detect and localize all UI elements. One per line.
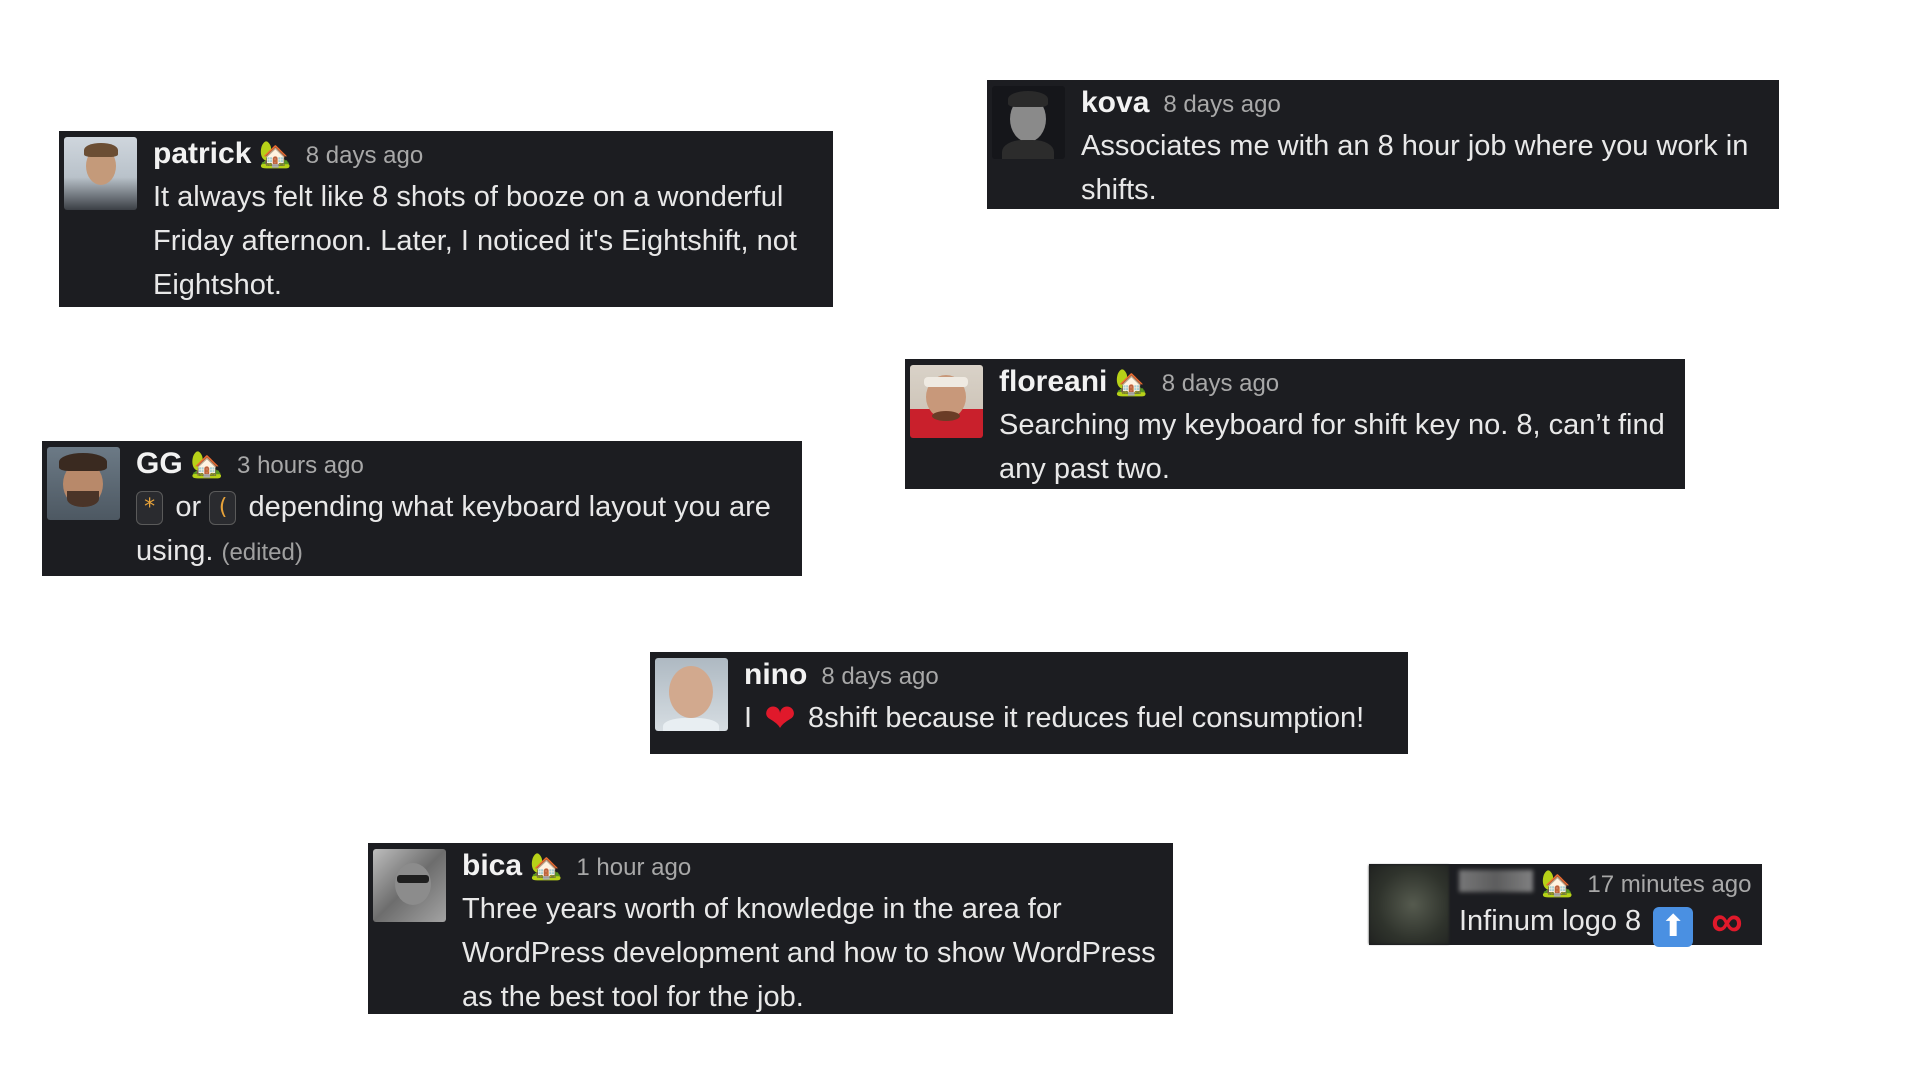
message-text: Searching my keyboard for shift key no. … [999, 409, 1665, 485]
message-text: Three years worth of knowledge in the ar… [462, 893, 1156, 1013]
message-card-kova: kova 8 days ago Associates me with an 8 … [987, 80, 1779, 209]
timestamp[interactable]: 8 days ago [821, 658, 938, 696]
username[interactable]: kova [1081, 84, 1149, 122]
house-icon: 🏡 [190, 449, 224, 479]
parenthesis-key-icon: ( [209, 491, 237, 525]
message-text: * or ( depending what keyboard layout yo… [136, 485, 792, 575]
infinity-icon: ∞ [1711, 897, 1743, 946]
message-text: Infinum logo 8 ⬆ ∞ [1459, 897, 1752, 947]
red-heart-icon: ❤ [764, 698, 796, 740]
timestamp[interactable]: 8 days ago [1162, 365, 1279, 403]
avatar[interactable] [373, 849, 446, 922]
username[interactable]: nino [744, 656, 807, 694]
message-body: 8shift because it reduces fuel consumpti… [808, 702, 1365, 734]
message-text: I ❤ 8shift because it reduces fuel consu… [744, 696, 1398, 741]
timestamp[interactable]: 1 hour ago [576, 849, 691, 887]
avatar[interactable] [47, 447, 120, 520]
blurred-username[interactable] [1459, 870, 1533, 892]
avatar[interactable] [910, 365, 983, 438]
or-word: or [175, 491, 202, 523]
asterisk-key-icon: * [136, 491, 164, 525]
edited-label: (edited) [221, 539, 303, 566]
house-icon: 🏡 [530, 851, 563, 881]
message-card-nino: nino 8 days ago I ❤ 8shift because it re… [650, 652, 1408, 754]
username[interactable]: patrick [153, 135, 251, 173]
house-icon: 🏡 [1541, 868, 1574, 898]
timestamp[interactable]: 8 days ago [306, 137, 423, 175]
message-body: Infinum logo 8 [1459, 905, 1642, 937]
message-card-bica: bica 🏡 1 hour ago Three years worth of k… [368, 843, 1173, 1014]
house-icon: 🏡 [1115, 367, 1148, 397]
message-prefix: I [744, 702, 753, 734]
up-arrow-icon: ⬆ [1653, 907, 1694, 947]
avatar[interactable] [655, 658, 728, 731]
message-text: Associates me with an 8 hour job where y… [1081, 130, 1749, 206]
username[interactable]: floreani [999, 363, 1107, 401]
house-icon: 🏡 [259, 139, 292, 169]
message-card-anonymous: 🏡 17 minutes ago Infinum logo 8 ⬆ ∞ [1369, 864, 1762, 947]
avatar[interactable] [1369, 865, 1449, 944]
username[interactable]: GG [136, 445, 183, 483]
avatar[interactable] [64, 137, 137, 210]
username[interactable]: bica [462, 847, 522, 885]
timestamp[interactable]: 8 days ago [1163, 86, 1280, 124]
avatar[interactable] [992, 86, 1065, 159]
message-card-gg: GG 🏡 3 hours ago * or ( depending what k… [42, 441, 802, 576]
timestamp[interactable]: 3 hours ago [237, 447, 364, 485]
message-text: It always felt like 8 shots of booze on … [153, 181, 797, 301]
message-card-floreani: floreani 🏡 8 days ago Searching my keybo… [905, 359, 1685, 489]
message-card-patrick: patrick 🏡 8 days ago It always felt like… [59, 131, 833, 307]
